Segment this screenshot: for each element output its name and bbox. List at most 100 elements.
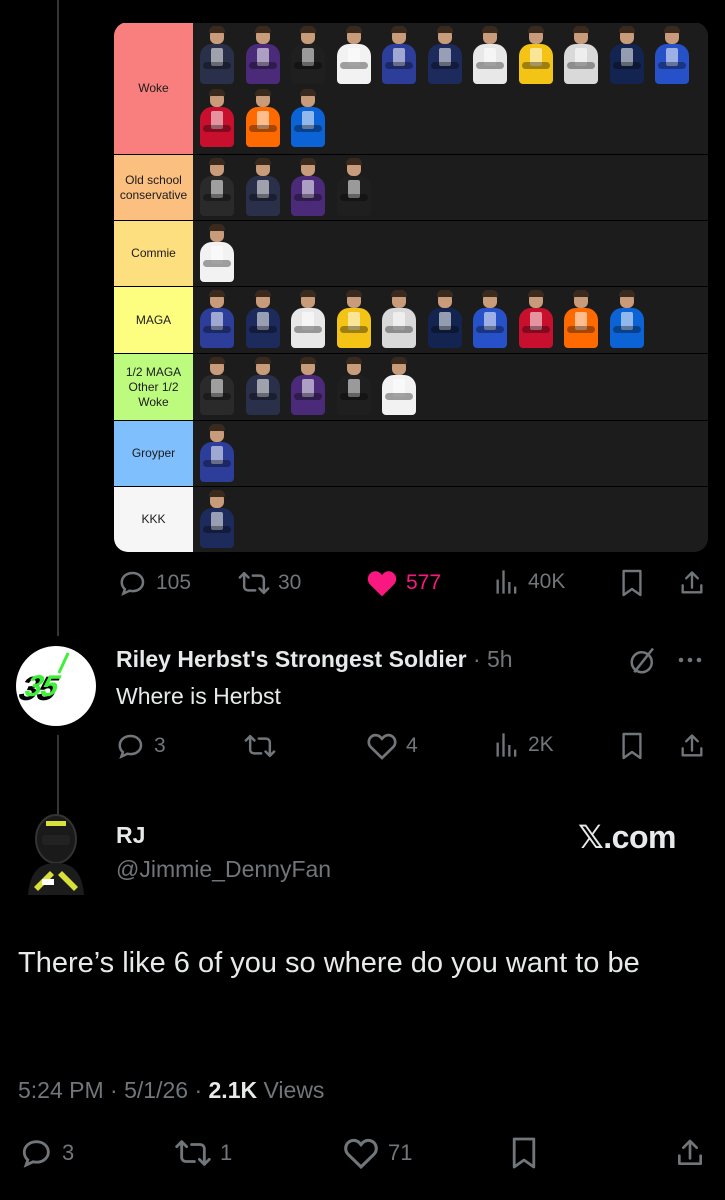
driver-photo <box>197 424 237 484</box>
heart-icon <box>367 733 397 760</box>
views-chart-icon <box>496 733 517 757</box>
reply-header: Riley Herbst's Strongest Soldier · 5h <box>116 646 513 673</box>
heart-filled-icon <box>367 571 397 597</box>
driver-photo <box>288 290 328 350</box>
views-chart-icon <box>496 570 517 594</box>
reply-text: Where is Herbst <box>116 683 281 709</box>
avatar-slash <box>57 652 70 674</box>
main-reply-button[interactable]: 3 <box>20 1136 74 1170</box>
driver-photo <box>379 26 419 86</box>
driver-photo <box>288 357 328 417</box>
reply-separator: · <box>466 646 488 672</box>
tier-row: Commie <box>114 220 708 286</box>
main-post-name[interactable]: RJ <box>116 822 145 849</box>
tier-row: Woke <box>114 22 708 154</box>
tier-row: Groyper <box>114 420 708 486</box>
reply-views-button[interactable]: 2K <box>494 731 554 759</box>
driver-photo <box>516 290 556 350</box>
reply-count: 105 <box>156 571 192 594</box>
main-bookmark-button[interactable] <box>510 1136 538 1170</box>
reply-reply-button[interactable]: 3 <box>116 731 166 761</box>
reply-bookmark-button[interactable] <box>620 731 644 761</box>
driver-photo <box>334 26 374 86</box>
views-button[interactable]: 40K <box>494 568 565 596</box>
reply-time[interactable]: 5h <box>487 646 513 672</box>
driver-photo <box>470 290 510 350</box>
main-repost-button[interactable]: 1 <box>174 1136 232 1170</box>
driver-photo <box>288 26 328 86</box>
reply-icon <box>22 1140 50 1168</box>
reply-reply-count: 3 <box>154 734 166 757</box>
more-options-icon[interactable] <box>677 655 707 665</box>
driver-photo <box>197 158 237 218</box>
repost-icon <box>244 734 276 758</box>
main-share-button[interactable] <box>674 1136 706 1170</box>
tier-label: Woke <box>114 23 193 154</box>
main-repost-count: 1 <box>220 1140 233 1165</box>
driver-photo <box>243 357 283 417</box>
post-time: 5:24 PM <box>18 1077 104 1103</box>
tier-drivers <box>193 221 708 286</box>
post-date: 5/1/26 <box>124 1077 189 1103</box>
share-icon <box>681 734 703 757</box>
driver-photo <box>379 290 419 350</box>
tier-row: KKK <box>114 486 708 552</box>
driver-photo <box>197 224 237 284</box>
main-like-count: 71 <box>388 1140 413 1165</box>
post-action-bar: 105 30 577 40K <box>0 568 725 598</box>
main-reply-count: 3 <box>62 1140 75 1165</box>
tier-list-image[interactable]: Woke Old school conservative Commie MAGA 1/2… <box>114 22 708 552</box>
driver-photo <box>652 26 692 86</box>
driver-photo <box>607 26 647 86</box>
driver-photo <box>561 290 601 350</box>
bookmark-button[interactable] <box>620 568 644 598</box>
post-views-label: Views <box>263 1077 325 1103</box>
reply-author-name[interactable]: Riley Herbst's Strongest Soldier <box>116 646 467 672</box>
tier-drivers <box>193 155 708 220</box>
share-button[interactable] <box>678 568 706 598</box>
driver-photo <box>561 26 601 86</box>
repost-button[interactable]: 30 <box>238 568 301 598</box>
driver-photo <box>334 290 374 350</box>
share-icon <box>681 571 703 594</box>
grok-icon[interactable] <box>628 646 658 676</box>
tier-row: Old school conservative <box>114 154 708 220</box>
reply-repost-button[interactable] <box>244 731 276 761</box>
avatar-number-35: 35 <box>16 670 96 708</box>
driver-photo <box>425 290 465 350</box>
views-count: 40K <box>528 570 566 593</box>
driver-photo <box>425 26 465 86</box>
source-watermark: 𝕏.com <box>578 819 676 855</box>
main-post-avatar[interactable] <box>20 805 92 895</box>
main-like-button[interactable]: 71 <box>342 1136 412 1170</box>
meta-separator: · <box>103 1077 125 1103</box>
driver-photo <box>379 357 419 417</box>
bookmark-icon <box>622 732 642 760</box>
tier-drivers <box>193 487 708 552</box>
reply-like-count: 4 <box>406 734 418 757</box>
heart-icon <box>344 1138 378 1170</box>
tier-label: 1/2 MAGA Other 1/2 Woke <box>114 354 193 420</box>
post-views-count[interactable]: 2.1K <box>209 1077 258 1103</box>
driver-photo <box>334 158 374 218</box>
driver-photo <box>607 290 647 350</box>
reply-share-button[interactable] <box>678 731 706 761</box>
tier-drivers <box>193 354 708 420</box>
tier-label: KKK <box>114 487 193 552</box>
repost-icon <box>238 571 270 595</box>
reply-like-button[interactable]: 4 <box>366 731 418 761</box>
driver-photo <box>197 26 237 86</box>
like-count: 577 <box>406 571 442 594</box>
tier-row: 1/2 MAGA Other 1/2 Woke <box>114 353 708 420</box>
main-action-bar: 3 1 71 <box>0 1136 725 1172</box>
repost-count: 30 <box>278 571 302 594</box>
share-icon <box>678 1139 702 1165</box>
like-button[interactable]: 577 <box>366 568 441 598</box>
reply-avatar[interactable]: 35 35 <box>16 646 96 726</box>
tier-drivers <box>193 287 708 353</box>
driver-photo <box>197 290 237 350</box>
driver-photo <box>243 89 283 149</box>
main-post-handle[interactable]: @Jimmie_DennyFan <box>116 856 331 883</box>
bookmark-icon <box>622 569 642 597</box>
reply-button[interactable]: 105 <box>118 568 191 598</box>
